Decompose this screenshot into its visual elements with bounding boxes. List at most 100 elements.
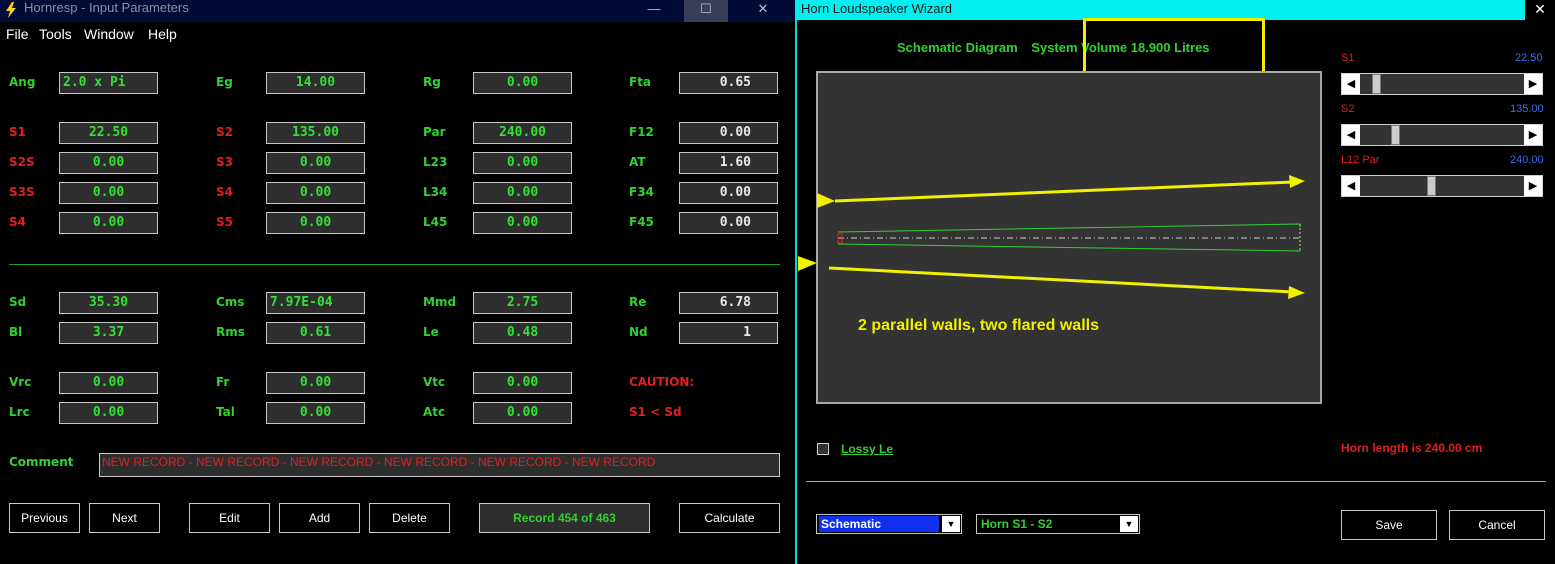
field-tal[interactable]: 0.00	[266, 402, 365, 424]
annotation-arrows	[798, 175, 1305, 299]
wizard-title: Horn Loudspeaker Wizard	[801, 1, 953, 16]
label-s2s: S2S	[9, 155, 35, 169]
chevron-down-icon[interactable]: ▼	[1120, 516, 1138, 532]
slider-thumb[interactable]	[1426, 176, 1436, 196]
lossy-le-checkbox[interactable]	[817, 443, 829, 455]
field-s2[interactable]: 135.00	[266, 122, 365, 144]
slider-left-arrow-icon[interactable]: ◀	[1342, 125, 1360, 145]
edit-button[interactable]: Edit	[189, 503, 270, 533]
lossy-le-label[interactable]: Lossy Le	[841, 442, 893, 456]
slider-left-arrow-icon[interactable]: ◀	[1342, 74, 1360, 94]
schematic-drawing	[798, 175, 1305, 299]
field-re[interactable]: 6.78	[679, 292, 778, 314]
field-cms[interactable]: 7.97E-04	[266, 292, 365, 314]
calculate-button[interactable]: Calculate	[679, 503, 780, 533]
field-par[interactable]: 240.00	[473, 122, 572, 144]
field-l45[interactable]: 0.00	[473, 212, 572, 234]
label-tal: Tal	[216, 405, 235, 419]
field-s1[interactable]: 22.50	[59, 122, 158, 144]
slider-left-arrow-icon[interactable]: ◀	[1342, 176, 1360, 196]
field-l23[interactable]: 0.00	[473, 152, 572, 174]
slider-s2-value: 135.00	[1510, 103, 1544, 115]
previous-button[interactable]: Previous	[9, 503, 80, 533]
field-s4[interactable]: 0.00	[266, 182, 365, 204]
field-rg[interactable]: 0.00	[473, 72, 572, 94]
slider-right-arrow-icon[interactable]: ▶	[1524, 176, 1542, 196]
delete-button[interactable]: Delete	[369, 503, 450, 533]
label-vtc: Vtc	[423, 375, 446, 389]
field-ang[interactable]: 2.0 x Pi	[59, 72, 158, 94]
field-s3s[interactable]: 0.00	[59, 182, 158, 204]
label-f34: F34	[629, 185, 654, 199]
field-s4-alt[interactable]: 0.00	[59, 212, 158, 234]
label-fr: Fr	[216, 375, 230, 389]
view-select[interactable]: Schematic ▼	[816, 514, 962, 534]
slider-thumb[interactable]	[1372, 74, 1382, 94]
comment-field[interactable]: NEW RECORD - NEW RECORD - NEW RECORD - N…	[99, 453, 780, 477]
field-f45[interactable]: 0.00	[679, 212, 778, 234]
field-nd[interactable]: 1	[679, 322, 778, 344]
slider-s1-value: 22.50	[1515, 52, 1543, 64]
record-indicator: Record 454 of 463	[479, 503, 650, 533]
wizard-title-bar: Horn Loudspeaker Wizard ✕	[795, 0, 1555, 20]
field-mmd[interactable]: 2.75	[473, 292, 572, 314]
label-at: AT	[629, 155, 646, 169]
maximize-icon[interactable]: ☐	[684, 0, 728, 22]
field-rms[interactable]: 0.61	[266, 322, 365, 344]
slider-l12[interactable]: ◀ ▶	[1341, 175, 1543, 197]
cancel-button[interactable]: Cancel	[1449, 510, 1545, 540]
wizard-divider	[806, 481, 1546, 482]
comment-label: Comment	[9, 455, 74, 469]
field-le[interactable]: 0.48	[473, 322, 572, 344]
label-vrc: Vrc	[9, 375, 32, 389]
left-window-title: Hornresp - Input Parameters	[24, 0, 189, 15]
horn-segment-select[interactable]: Horn S1 - S2 ▼	[976, 514, 1140, 534]
field-eg[interactable]: 14.00	[266, 72, 365, 94]
wizard-close-icon[interactable]: ✕	[1525, 0, 1555, 20]
slider-thumb[interactable]	[1391, 125, 1400, 145]
field-fr[interactable]: 0.00	[266, 372, 365, 394]
slider-s1[interactable]: ◀ ▶	[1341, 73, 1543, 95]
chevron-down-icon[interactable]: ▼	[942, 516, 960, 532]
label-atc: Atc	[423, 405, 446, 419]
slider-s1-label: S1	[1341, 52, 1355, 64]
field-l34[interactable]: 0.00	[473, 182, 572, 204]
field-s3[interactable]: 0.00	[266, 152, 365, 174]
save-button[interactable]: Save	[1341, 510, 1437, 540]
close-icon[interactable]: ✕	[741, 0, 785, 22]
slider-s2[interactable]: ◀ ▶	[1341, 124, 1543, 146]
field-sd[interactable]: 35.30	[59, 292, 158, 314]
field-vtc[interactable]: 0.00	[473, 372, 572, 394]
menu-file[interactable]: File	[6, 26, 29, 42]
field-lrc[interactable]: 0.00	[59, 402, 158, 424]
label-f45: F45	[629, 215, 654, 229]
field-at[interactable]: 1.60	[679, 152, 778, 174]
label-par: Par	[423, 125, 446, 139]
add-button[interactable]: Add	[279, 503, 360, 533]
horn-length-text: Horn length is 240.00 cm	[1341, 441, 1483, 455]
menu-tools[interactable]: Tools	[39, 26, 72, 42]
field-s2s[interactable]: 0.00	[59, 152, 158, 174]
minimize-icon[interactable]: —	[632, 0, 676, 22]
view-select-value: Schematic	[819, 516, 939, 532]
next-button[interactable]: Next	[89, 503, 160, 533]
field-vrc[interactable]: 0.00	[59, 372, 158, 394]
label-lrc: Lrc	[9, 405, 30, 419]
slider-l12-label: L12 Par	[1341, 154, 1380, 166]
field-f12[interactable]: 0.00	[679, 122, 778, 144]
field-bl[interactable]: 3.37	[59, 322, 158, 344]
slider-right-arrow-icon[interactable]: ▶	[1524, 125, 1542, 145]
field-atc[interactable]: 0.00	[473, 402, 572, 424]
field-fta[interactable]: 0.65	[679, 72, 778, 94]
label-rg: Rg	[423, 75, 441, 89]
field-s5[interactable]: 0.00	[266, 212, 365, 234]
field-f34[interactable]: 0.00	[679, 182, 778, 204]
horn-segment-value: Horn S1 - S2	[981, 517, 1053, 531]
slider-right-arrow-icon[interactable]: ▶	[1524, 74, 1542, 94]
label-l34: L34	[423, 185, 448, 199]
menu-help[interactable]: Help	[148, 26, 177, 42]
label-cms: Cms	[216, 295, 245, 309]
label-l45: L45	[423, 215, 448, 229]
menu-window[interactable]: Window	[84, 26, 134, 42]
label-s3: S3	[216, 155, 233, 169]
